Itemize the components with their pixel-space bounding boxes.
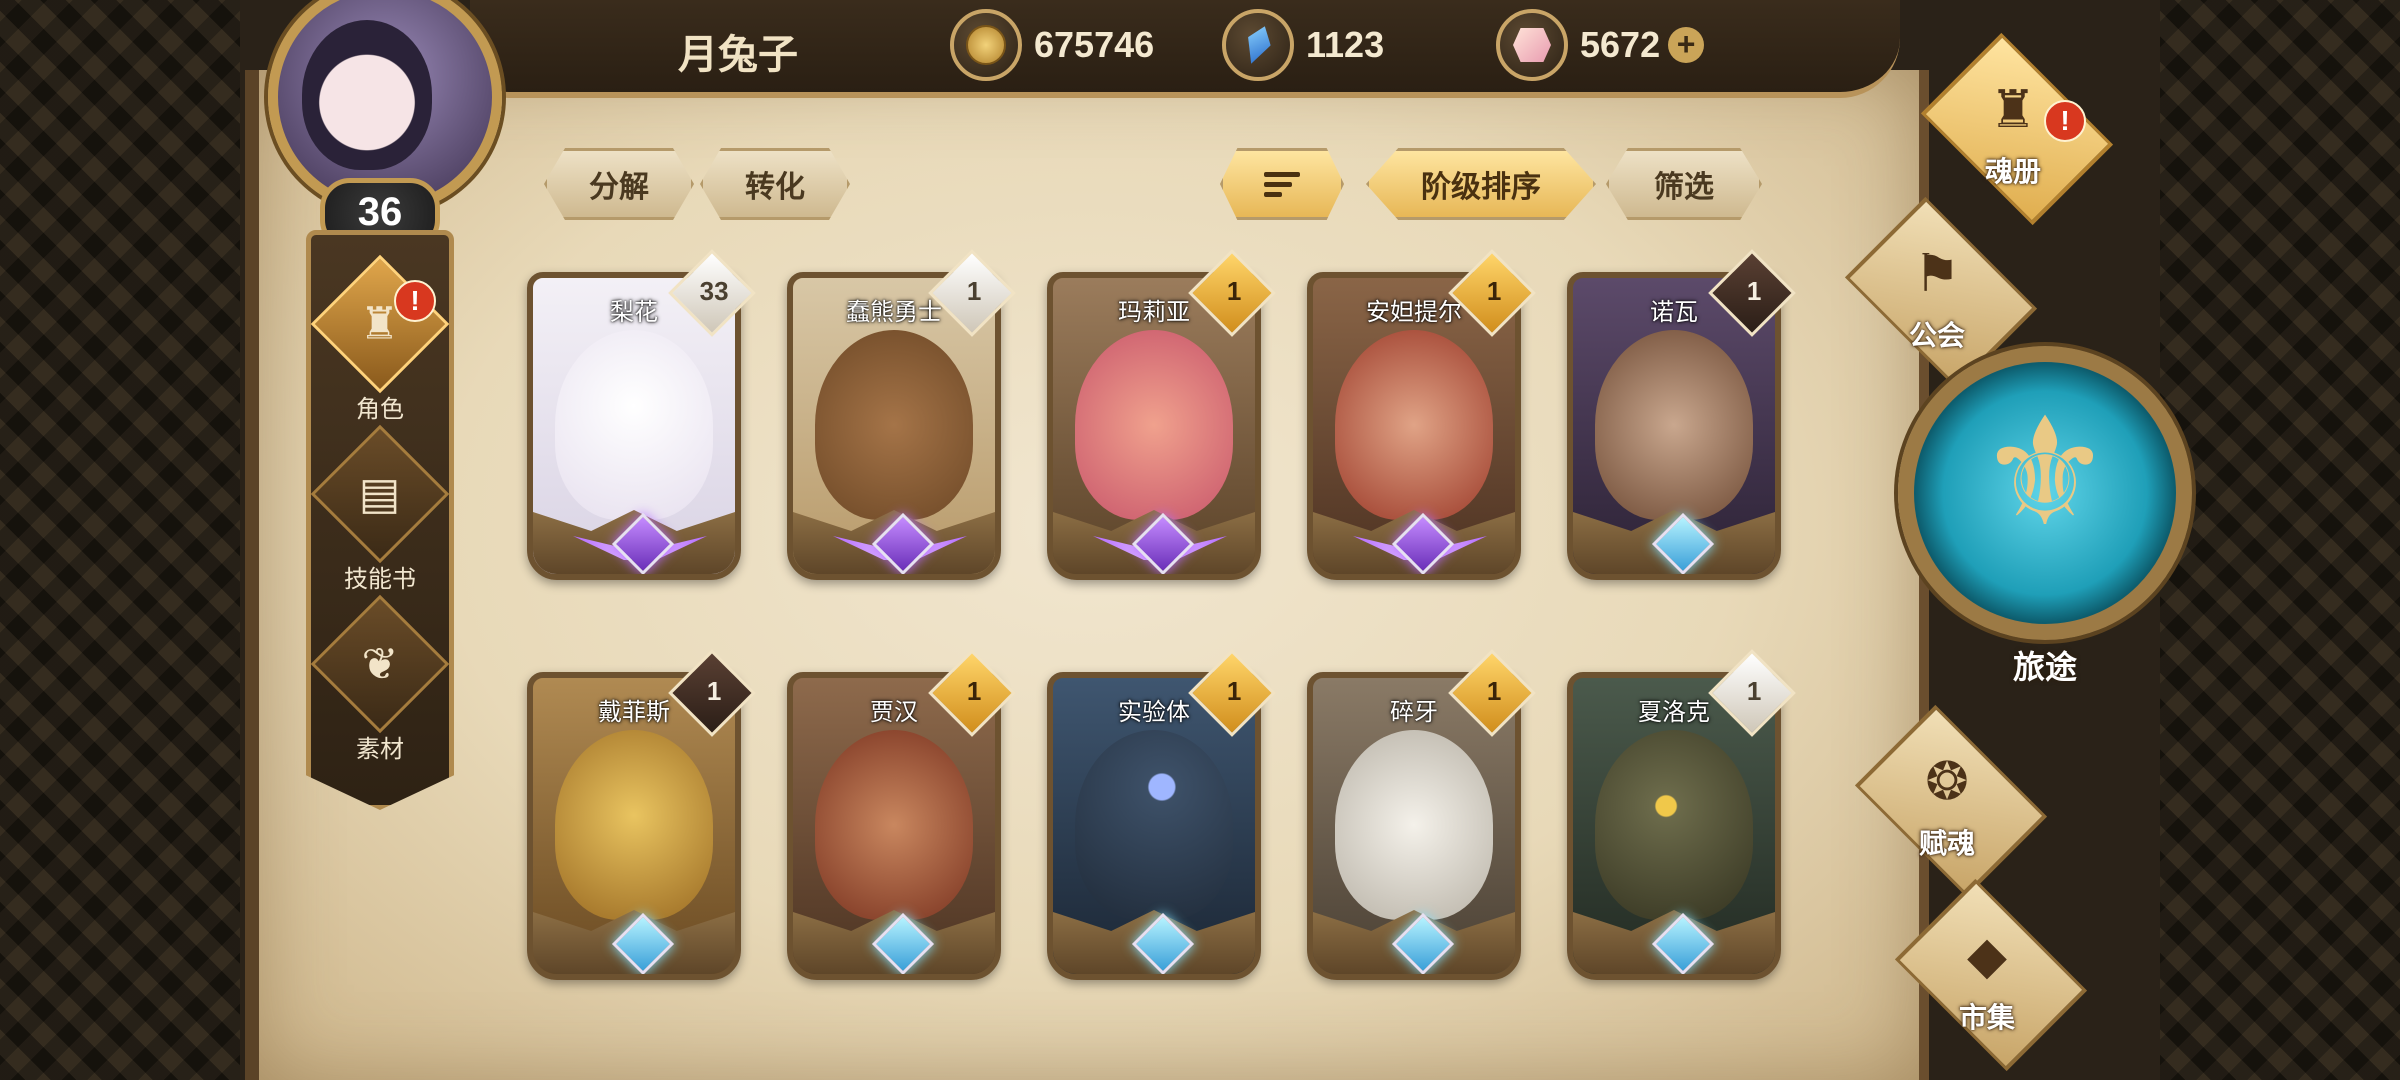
- add-gem-button[interactable]: +: [1668, 27, 1705, 63]
- character-portrait: [555, 730, 713, 920]
- leftnav-label: 技能书: [344, 566, 416, 593]
- rightnav-label: 魂册: [1984, 156, 2041, 187]
- sort-by-rank-button[interactable]: 阶级排序: [1366, 148, 1596, 220]
- decompose-button[interactable]: 分解: [544, 148, 694, 220]
- convert-button[interactable]: 转化: [700, 148, 850, 220]
- character-card[interactable]: 夏洛克 1: [1561, 649, 1796, 980]
- character-portrait: [1595, 330, 1753, 520]
- left-nav: ♜ 角色 ▤ 技能书 ❦ 素材: [306, 230, 454, 810]
- character-card[interactable]: 梨花 33: [521, 249, 756, 580]
- rightnav-label: 市集: [1958, 1002, 2015, 1033]
- sort-lines-icon: [1264, 171, 1300, 197]
- character-card[interactable]: 戴菲斯 1: [521, 649, 756, 980]
- gold-value: 675746: [1034, 24, 1155, 65]
- pink-gem-icon: [1496, 9, 1568, 81]
- left-border: [0, 0, 240, 1080]
- rightnav-label: 赋魂: [1918, 828, 1975, 859]
- gold-currency: 675746: [950, 9, 1155, 81]
- character-portrait: [1335, 330, 1493, 520]
- market-gem-icon: ◆: [1967, 927, 2007, 985]
- character-portrait: [815, 730, 973, 920]
- character-card[interactable]: 贾汉 1: [781, 649, 1016, 980]
- character-portrait: [1595, 730, 1753, 920]
- journey-label: 旅途: [2012, 649, 2077, 685]
- character-portrait: [1075, 730, 1233, 920]
- rightnav-item-ensoul[interactable]: ❂ 赋魂: [1854, 704, 2048, 898]
- journey-emblem-icon: ⚜: [1977, 388, 2113, 556]
- crystal-value: 1123: [1306, 24, 1385, 65]
- character-card[interactable]: 实验体 1: [1041, 649, 1276, 980]
- gold-coin-icon: [950, 9, 1022, 81]
- character-card[interactable]: 蠢熊勇士 1: [781, 249, 1016, 580]
- sort-order-button[interactable]: [1220, 148, 1344, 220]
- player-avatar[interactable]: 36: [240, 0, 512, 250]
- leftnav-label: 素材: [356, 736, 404, 763]
- journey-button[interactable]: ⚜ 旅途: [1898, 346, 2192, 685]
- leftnav-item-skillbook[interactable]: ▤ 技能书: [310, 424, 450, 594]
- character-alert-badge: !: [394, 280, 436, 322]
- gem-value: 5672: [1580, 24, 1661, 65]
- character-card[interactable]: 碎牙 1: [1301, 649, 1536, 980]
- character-card[interactable]: 玛莉亚 1: [1041, 249, 1276, 580]
- soul-flame-icon: ❂: [1925, 753, 1969, 811]
- character-portrait: [1335, 730, 1493, 920]
- player-name: 月兔子: [678, 33, 798, 77]
- right-border: [2160, 0, 2400, 1080]
- character-portrait: [815, 330, 973, 520]
- soulbook-alert-badge: !: [2044, 100, 2086, 142]
- character-card[interactable]: 诺瓦 1: [1561, 249, 1796, 580]
- material-icon: ❦: [361, 639, 399, 689]
- character-portrait: [1075, 330, 1233, 520]
- character-card[interactable]: 安妲提尔 1: [1301, 249, 1536, 580]
- skill-book-icon: ▤: [359, 469, 401, 519]
- character-portrait: [555, 330, 713, 520]
- leftnav-label: 角色: [356, 396, 404, 423]
- guild-icon: ⚑: [1913, 245, 1961, 303]
- rightnav-item-guild[interactable]: ⚑ 公会: [1844, 196, 2038, 390]
- gem-currency[interactable]: 5672 +: [1496, 9, 1705, 81]
- blue-crystal-icon: [1222, 9, 1294, 81]
- leftnav-item-material[interactable]: ❦ 素材: [310, 594, 450, 764]
- rightnav-item-market[interactable]: ◆ 市集: [1894, 878, 2088, 1072]
- avatar-portrait: [302, 20, 432, 170]
- filter-button[interactable]: 筛选: [1606, 148, 1762, 220]
- crystal-currency: 1123: [1222, 9, 1385, 81]
